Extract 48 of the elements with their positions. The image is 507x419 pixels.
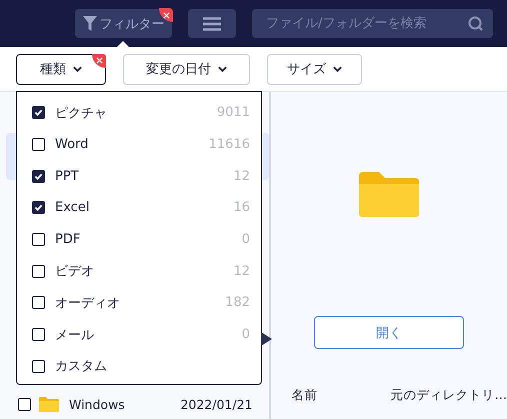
filter-dropdown[interactable]: サイズ [267,54,362,84]
menu-item[interactable]: Word [55,137,199,152]
filter-button[interactable]: フィルター [75,9,172,38]
property-label: 名前 [292,387,318,404]
checkbox[interactable] [32,264,45,278]
clear-badge[interactable] [159,8,173,22]
menu-item[interactable]: PDF [55,232,232,248]
item-count: 11616 [208,137,250,152]
item-count: 16 [233,200,250,216]
caret-icon [73,66,82,72]
checkbox[interactable] [32,106,45,120]
checkbox[interactable] [32,201,45,214]
menu-item[interactable]: Excel [55,200,224,216]
item-count: 0 [242,232,250,248]
menu-item[interactable]: オーディオ [55,294,216,312]
menu-item[interactable]: メール [55,326,232,344]
item-count: 9011 [216,105,250,120]
item-count: 12 [233,264,250,279]
checkbox[interactable] [18,398,31,410]
checkbox[interactable] [32,138,45,152]
menu-item[interactable]: カスタム [55,357,250,376]
item-count: 12 [233,168,250,184]
filter-dropdown[interactable]: 種類 [16,54,106,84]
folder-icon [39,396,59,412]
search-icon [468,16,483,31]
checkbox[interactable] [32,328,45,342]
menu-button[interactable] [188,9,236,38]
menu-item[interactable]: ビデオ [55,262,224,280]
file-date: 2022/01/21 [180,396,252,412]
open-button[interactable]: 開く [314,316,464,349]
property-value: 元のディレクトリ… [390,387,507,404]
checkbox[interactable] [32,360,45,373]
checkbox[interactable] [32,170,45,183]
search-field[interactable]: ファイル/フォルダーを検索 [252,9,493,38]
checkbox[interactable] [32,296,45,310]
menu-item[interactable]: PPT [55,168,224,184]
collapse-arrow-icon[interactable] [260,332,272,346]
item-count: 182 [225,295,250,310]
item-count: 0 [242,327,250,342]
funnel-icon [82,16,96,31]
caret-icon [333,66,342,72]
checkbox[interactable] [32,233,45,246]
folder-icon [358,172,419,217]
menu-item[interactable]: ピクチャ [55,104,207,122]
filter-dropdown[interactable]: 変更の日付 [123,54,250,84]
caret-icon [218,66,227,72]
menu-icon [203,16,221,30]
file-name: Windows [69,396,126,412]
